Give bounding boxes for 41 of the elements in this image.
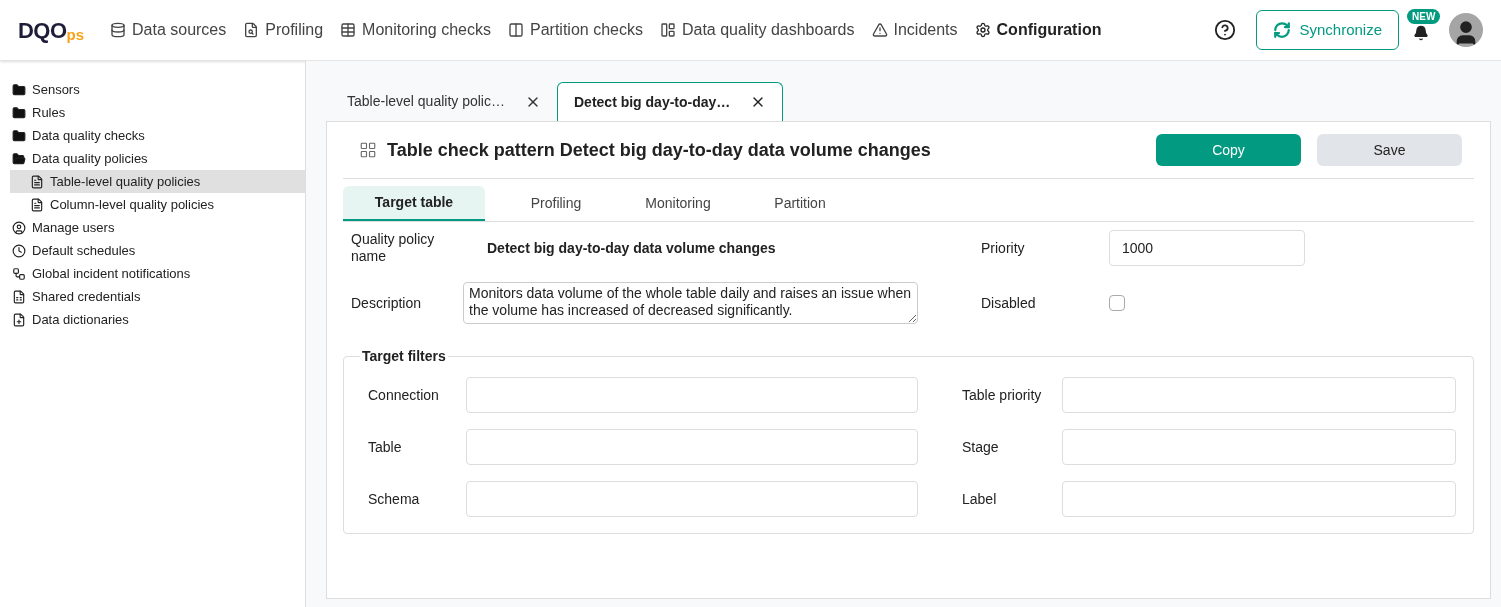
nav-link[interactable]: Configuration	[974, 18, 1102, 42]
field-label: Schema	[368, 489, 421, 509]
sidebar-item[interactable]: Data quality policies	[0, 147, 305, 170]
field-label: Priority	[981, 238, 1026, 258]
field-label: Quality policy name	[351, 230, 436, 266]
nav-link[interactable]: Data sources	[110, 18, 227, 42]
new-badge: NEW	[1407, 9, 1441, 24]
field-label: Stage	[961, 437, 1000, 457]
sidebar-item[interactable]: Global incident notifications	[0, 262, 305, 285]
save-button[interactable]: Save	[1317, 134, 1462, 166]
logo[interactable]: DQOps	[18, 13, 84, 47]
editor-tab[interactable]: Table-level quality polic…	[331, 82, 557, 121]
tab[interactable]: Target table	[343, 186, 485, 221]
sidebar-item[interactable]: Data quality checks	[0, 124, 305, 147]
field-label: Table priority	[961, 385, 1043, 405]
policy-name: Detect big day-to-day data volume changes	[487, 238, 777, 258]
sidebar-item[interactable]: Table-level quality policies	[10, 170, 305, 193]
nav-link[interactable]: Profiling	[243, 18, 324, 42]
field-label: Table	[368, 437, 403, 457]
sidebar-item[interactable]: Manage users	[0, 216, 305, 239]
sidebar-item[interactable]: Default schedules	[0, 239, 305, 262]
sidebar-item[interactable]: Data dictionaries	[0, 308, 305, 331]
sidebar-item[interactable]: Sensors	[0, 78, 305, 101]
nav-link[interactable]: Incidents	[871, 18, 958, 42]
field-label: Disabled	[981, 293, 1037, 313]
nav-link[interactable]: Partition checks	[508, 18, 643, 42]
synchronize-button[interactable]: Synchronize	[1256, 10, 1399, 50]
priority-field[interactable]: 1000	[1109, 230, 1305, 266]
sidebar-item[interactable]: Shared credentials	[0, 285, 305, 308]
section-title: Target filters	[361, 347, 447, 366]
description-field[interactable]: Monitors data volume of the whole table daily and raises an issue when the volume has increased of decreased significantly.	[463, 282, 918, 324]
nav-link[interactable]: Monitoring checks	[340, 18, 491, 42]
sidebar-item[interactable]: Column-level quality policies	[10, 193, 305, 216]
field-label: Connection	[368, 385, 440, 405]
field-label: Label	[961, 489, 998, 509]
editor-tab[interactable]: Detect big day-to-day…	[557, 82, 783, 121]
field-label: Description	[351, 293, 423, 313]
page-title: Table check pattern Detect big day-to-day data volume changes	[387, 138, 932, 162]
nav-link[interactable]: Data quality dashboards	[659, 18, 855, 42]
copy-button[interactable]: Copy	[1156, 134, 1301, 166]
sidebar-item[interactable]: Rules	[0, 101, 305, 124]
